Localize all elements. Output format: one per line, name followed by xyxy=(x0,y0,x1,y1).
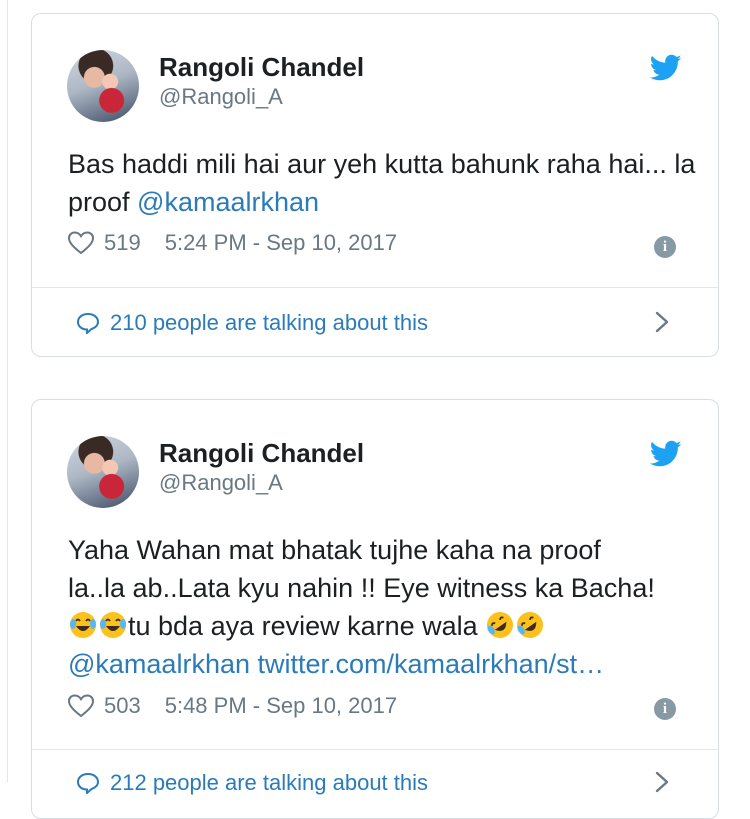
tweet-meta: 519 5:24 PM - Sep 10, 2017 xyxy=(68,230,397,256)
chevron-right-icon[interactable] xyxy=(652,770,672,794)
face-with-tears-of-joy-emoji xyxy=(70,612,96,638)
tweet-line: la..la ab..Lata kyu nahin !! Eye witness… xyxy=(68,573,655,603)
page-left-rule xyxy=(7,0,8,782)
like-count[interactable]: 503 xyxy=(104,693,141,719)
rolling-on-floor-laughing-emoji xyxy=(517,612,544,638)
mention-link[interactable]: @kamaalrkhan xyxy=(68,649,250,679)
author-name[interactable]: Rangoli Chandel xyxy=(159,52,364,83)
twitter-bird-icon[interactable] xyxy=(650,54,682,82)
heart-icon[interactable] xyxy=(68,231,94,255)
url-link[interactable]: twitter.com/kamaalrkhan/st… xyxy=(258,649,605,679)
tweet-line-links: @kamaalrkhan twitter.com/kamaalrkhan/st… xyxy=(68,645,698,683)
speech-bubble-icon xyxy=(76,312,100,334)
conversation-link[interactable]: 210 people are talking about this xyxy=(76,310,428,336)
conversation-link[interactable]: 212 people are talking about this xyxy=(76,770,428,796)
avatar[interactable] xyxy=(67,436,139,508)
tweet-line: Yaha Wahan mat bhatak tujhe kaha na proo… xyxy=(68,535,601,565)
avatar[interactable] xyxy=(67,50,139,122)
info-icon[interactable]: i xyxy=(654,236,676,258)
timestamp[interactable]: 5:24 PM - Sep 10, 2017 xyxy=(165,230,397,256)
author-handle[interactable]: @Rangoli_A xyxy=(159,84,283,110)
info-icon[interactable]: i xyxy=(654,698,676,720)
rolling-on-floor-laughing-emoji xyxy=(487,612,514,638)
chevron-right-icon[interactable] xyxy=(652,310,672,334)
heart-icon[interactable] xyxy=(68,694,94,718)
divider xyxy=(32,749,718,750)
tweet-line-text: tu bda aya review karne wala xyxy=(128,611,486,641)
like-count[interactable]: 519 xyxy=(104,230,141,256)
author-name[interactable]: Rangoli Chandel xyxy=(159,438,364,469)
face-with-tears-of-joy-emoji xyxy=(100,612,126,638)
author-handle[interactable]: @Rangoli_A xyxy=(159,470,283,496)
tweet-meta: 503 5:48 PM - Sep 10, 2017 xyxy=(68,693,397,719)
timestamp[interactable]: 5:48 PM - Sep 10, 2017 xyxy=(165,693,397,719)
talking-count-label[interactable]: 210 people are talking about this xyxy=(110,310,428,336)
talking-count-label[interactable]: 212 people are talking about this xyxy=(110,770,428,796)
twitter-bird-icon[interactable] xyxy=(650,440,682,468)
speech-bubble-icon xyxy=(76,772,100,794)
tweet-text: Bas haddi mili hai aur yeh kutta bahunk … xyxy=(68,145,698,221)
tweet-line-emoji: tu bda aya review karne wala xyxy=(68,607,698,645)
divider xyxy=(32,287,718,288)
tweet-text: Yaha Wahan mat bhatak tujhe kaha na proo… xyxy=(68,531,698,683)
tweet-card[interactable]: Rangoli Chandel @Rangoli_A Bas haddi mil… xyxy=(31,13,719,357)
tweet-card[interactable]: Rangoli Chandel @Rangoli_A Yaha Wahan ma… xyxy=(31,399,719,819)
mention-link[interactable]: @kamaalrkhan xyxy=(137,187,319,217)
